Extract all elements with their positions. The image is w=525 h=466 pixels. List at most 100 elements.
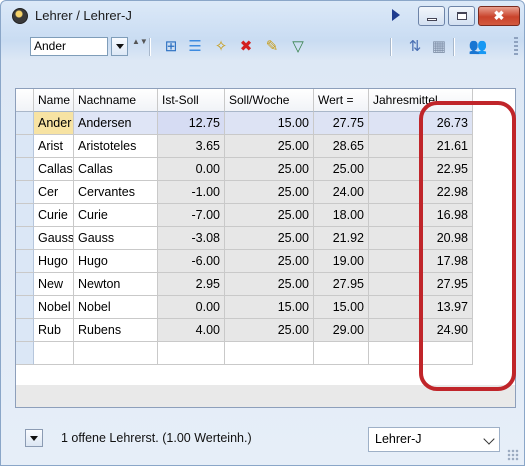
sort-icon[interactable]: ⇅ [405,37,425,57]
play-arrow-icon[interactable] [392,9,400,21]
column-soll-woche-cell[interactable]: 25.00 [225,204,314,227]
filter-icon[interactable]: ▽ [288,37,308,57]
column-wert-cell[interactable]: 27.75 [314,112,369,135]
filter-combo[interactable]: Ander [30,37,108,56]
row-indicator[interactable] [16,181,34,204]
column-wert-cell[interactable]: 15.00 [314,296,369,319]
column-ist-soll-cell[interactable]: -3.08 [158,227,225,250]
column-name-cell[interactable]: Rub [34,319,74,342]
list-icon[interactable]: ☰ [185,37,205,57]
column-name-cell[interactable]: Hugo [34,250,74,273]
column-soll-woche-cell[interactable]: 25.00 [225,250,314,273]
close-icon: ✖ [493,8,505,23]
column-nachname-cell[interactable] [74,342,158,365]
row-indicator[interactable] [16,227,34,250]
column-nachname-header[interactable]: Nachname [74,89,158,112]
users-icon[interactable]: 👥 [468,37,488,57]
column-ist-soll-header[interactable]: Ist-Soll [158,89,225,112]
column-name-cell[interactable]: Curie [34,204,74,227]
column-ist-soll-cell[interactable]: 0.00 [158,296,225,319]
resize-grip[interactable] [507,449,519,461]
column-ist-soll-cell[interactable]: 0.00 [158,158,225,181]
column-wert-cell[interactable]: 28.65 [314,135,369,158]
column-wert-header[interactable]: Wert = [314,89,369,112]
column-name-cell[interactable]: Callas [34,158,74,181]
column-soll-woche-cell[interactable]: 25.00 [225,158,314,181]
title-bar[interactable]: Lehrer / Lehrer-J ✖ [1,1,524,31]
column-ist-soll-cell[interactable]: 3.65 [158,135,225,158]
filter-combo-dropdown-button[interactable] [111,37,128,56]
column-ist-soll-cell[interactable]: 2.95 [158,273,225,296]
column-wert-cell[interactable]: 24.00 [314,181,369,204]
minimize-button[interactable] [418,6,445,26]
calc-icon[interactable]: ▦ [429,37,449,57]
grid-icon[interactable]: ⊞ [161,37,181,57]
row-indicator[interactable] [16,204,34,227]
column-soll-woche-cell[interactable]: 25.00 [225,135,314,158]
column-name-header[interactable]: Name [34,89,74,112]
column-wert-cell[interactable]: 18.00 [314,204,369,227]
column-name-cell[interactable]: New [34,273,74,296]
row-indicator[interactable] [16,250,34,273]
column-name-cell[interactable]: Gauss [34,227,74,250]
column-header-label: Soll/Woche [229,93,290,107]
column-nachname-cell[interactable]: Aristoteles [74,135,158,158]
column-nachname-cell[interactable]: Cervantes [74,181,158,204]
column-nachname-cell[interactable]: Gauss [74,227,158,250]
toolbar-separator [149,38,151,56]
column-header-label: Name [38,93,71,107]
column-ist-soll-cell[interactable]: -7.00 [158,204,225,227]
row-indicator[interactable] [16,273,34,296]
column-name-cell[interactable]: Arist [34,135,74,158]
new-icon[interactable]: ✧ [211,37,231,57]
column-wert-cell[interactable] [314,342,369,365]
column-soll-woche-cell[interactable] [225,342,314,365]
column-name-cell[interactable]: Ander [34,112,74,135]
column-nachname-cell[interactable]: Curie [74,204,158,227]
window-title: Lehrer / Lehrer-J [35,8,132,23]
column-ist-soll-cell[interactable]: -6.00 [158,250,225,273]
column-wert-cell[interactable]: 21.92 [314,227,369,250]
row-indicator[interactable] [16,135,34,158]
column-wert-cell[interactable]: 19.00 [314,250,369,273]
delete-icon[interactable]: ✖ [236,37,256,57]
column-nachname-cell[interactable]: Newton [74,273,158,296]
column-wert-cell[interactable]: 27.95 [314,273,369,296]
column-wert-cell[interactable]: 29.00 [314,319,369,342]
column-name-cell[interactable]: Cer [34,181,74,204]
column-soll-woche-cell[interactable]: 25.00 [225,273,314,296]
spin-arrows-icon[interactable]: ▲▼ [132,37,148,56]
view-select[interactable]: Lehrer-J [368,427,500,452]
column-nachname-cell[interactable]: Andersen [74,112,158,135]
row-indicator[interactable] [16,158,34,181]
jahresmittel-highlight-frame [419,101,516,391]
column-name-cell[interactable] [34,342,74,365]
column-soll-woche-cell[interactable]: 15.00 [225,112,314,135]
maximize-button[interactable] [448,6,475,26]
column-soll-woche-cell[interactable]: 15.00 [225,296,314,319]
lehrer-window: Lehrer / Lehrer-J ✖ Ander ▲▼ ⊞ ☰ ✧ ✖ ✎ ▽ ⇅ ▦ 👥 N… [0,0,525,466]
edit-icon[interactable]: ✎ [262,37,282,57]
column-ist-soll-cell[interactable]: 12.75 [158,112,225,135]
column-nachname-cell[interactable]: Hugo [74,250,158,273]
row-indicator[interactable] [16,112,34,135]
row-indicator[interactable] [16,296,34,319]
toolbar-grip[interactable] [514,37,518,57]
row-indicator[interactable] [16,319,34,342]
close-button[interactable]: ✖ [478,6,520,26]
column-soll-woche-header[interactable]: Soll/Woche [225,89,314,112]
column-ist-soll-cell[interactable] [158,342,225,365]
minimize-icon [427,18,437,21]
column-name-cell[interactable]: Nobel [34,296,74,319]
column-wert-cell[interactable]: 25.00 [314,158,369,181]
row-indicator[interactable] [16,342,34,365]
column-ist-soll-cell[interactable]: -1.00 [158,181,225,204]
column-nachname-cell[interactable]: Callas [74,158,158,181]
column-soll-woche-cell[interactable]: 25.00 [225,181,314,204]
status-dropdown-button[interactable] [25,429,43,447]
column-nachname-cell[interactable]: Rubens [74,319,158,342]
column-ist-soll-cell[interactable]: 4.00 [158,319,225,342]
column-nachname-cell[interactable]: Nobel [74,296,158,319]
column-soll-woche-cell[interactable]: 25.00 [225,227,314,250]
column-soll-woche-cell[interactable]: 25.00 [225,319,314,342]
